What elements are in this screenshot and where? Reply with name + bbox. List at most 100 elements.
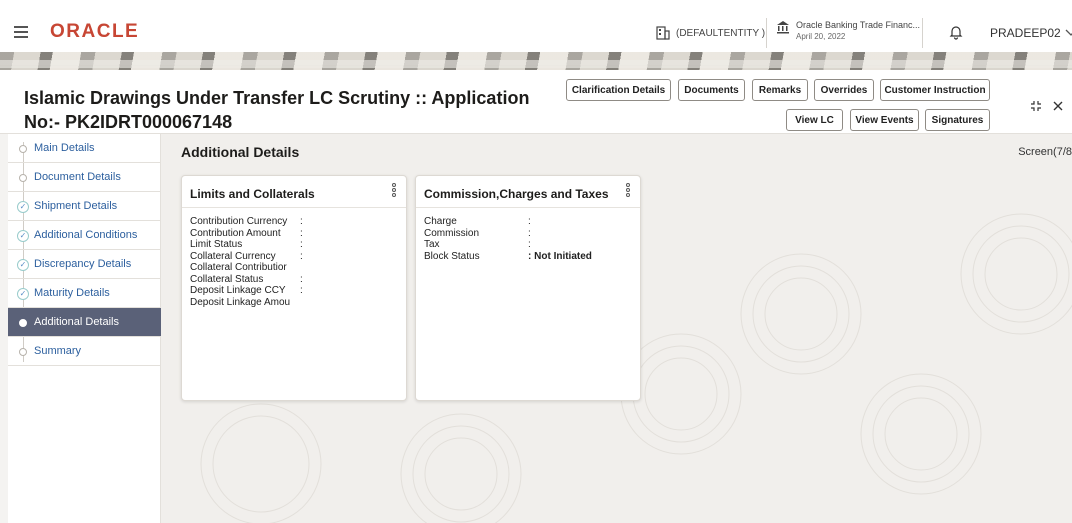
sidebar-item-discrepancy-details[interactable]: ✓ Discrepancy Details (8, 250, 161, 279)
row-sep: : (528, 216, 531, 227)
row-value: Not Initiated (534, 250, 592, 262)
sidebar-item-label: Shipment Details (34, 200, 118, 212)
user-name: PRADEEP02 (990, 26, 1061, 40)
block-status-value: : Not Initiated (528, 251, 592, 263)
row-sep: : (300, 273, 303, 285)
card-row: Collateral Status: (190, 274, 398, 286)
row-sep: : (528, 227, 531, 239)
sidebar-item-additional-details[interactable]: Additional Details (8, 308, 161, 337)
hamburger-menu-icon[interactable] (14, 26, 28, 38)
card-title: Commission,Charges and Taxes (424, 187, 609, 201)
step-dot-icon (19, 174, 27, 182)
sidebar-item-document-details[interactable]: Document Details (8, 163, 161, 192)
kebab-menu-icon[interactable] (626, 183, 631, 201)
main-content: Additional Details Screen(7/8 Limits and… (161, 134, 1072, 523)
bank-icon (777, 21, 789, 34)
kebab-menu-icon[interactable] (392, 183, 397, 201)
sidebar-item-maturity-details[interactable]: ✓ Maturity Details (8, 279, 161, 308)
row-label: Limit Status (190, 239, 243, 250)
customer-instruction-button[interactable]: Customer Instruction (880, 79, 990, 101)
sidebar-item-main-details[interactable]: Main Details (8, 134, 161, 163)
entity-selector[interactable]: (DEFAULTENTITY ) (656, 26, 765, 40)
row-sep: : (300, 216, 303, 227)
card-row: Collateral Contributior (190, 262, 398, 274)
row-sep: : (300, 239, 303, 250)
row-label: Deposit Linkage Amou (190, 296, 291, 308)
notification-bell-icon[interactable] (949, 24, 963, 45)
row-sep: : (300, 227, 303, 239)
sidebar-item-shipment-details[interactable]: ✓ Shipment Details (8, 192, 161, 221)
signatures-button[interactable]: Signatures (925, 109, 990, 131)
sidebar-item-additional-conditions[interactable]: ✓ Additional Conditions (8, 221, 161, 250)
bank-date: April 20, 2022 (796, 32, 846, 41)
sidebar-item-label: Additional Details (34, 316, 119, 328)
step-dot-icon (19, 145, 27, 153)
sidebar-item-label: Additional Conditions (34, 229, 138, 241)
sidebar-item-label: Main Details (34, 142, 95, 154)
row-label: Charge (424, 216, 457, 227)
check-circle-icon: ✓ (17, 288, 29, 300)
sidebar-item-label: Summary (34, 345, 82, 357)
row-sep: : (528, 239, 531, 250)
step-navigation: Main Details Document Details ✓ Shipment… (8, 134, 161, 523)
row-label: Contribution Amount (190, 227, 281, 239)
close-icon[interactable] (1052, 99, 1064, 115)
header-divider-2 (922, 18, 923, 48)
decorative-banner-overlay (0, 60, 1072, 68)
card-header: Limits and Collaterals (182, 176, 406, 208)
remarks-button[interactable]: Remarks (752, 79, 808, 101)
minimize-icon[interactable] (1030, 99, 1042, 115)
step-dot-icon (19, 348, 27, 356)
limits-collaterals-card: Limits and Collaterals Contribution Curr… (181, 175, 407, 401)
sidebar-item-summary[interactable]: Summary (8, 337, 161, 366)
row-label: Collateral Contributior (190, 262, 287, 273)
page-title-line1: Islamic Drawings Under Transfer LC Scrut… (24, 88, 530, 108)
page-title: Islamic Drawings Under Transfer LC Scrut… (24, 86, 544, 134)
card-row: Tax: (424, 239, 632, 251)
section-title: Additional Details (181, 144, 300, 160)
overrides-button[interactable]: Overrides (814, 79, 874, 101)
oracle-logo: ORACLE (50, 21, 140, 42)
card-row: Collateral Currency: (190, 251, 398, 263)
sidebar-item-label: Maturity Details (34, 287, 110, 299)
card-title: Limits and Collaterals (190, 187, 315, 201)
documents-button[interactable]: Documents (678, 79, 745, 101)
clarification-details-button[interactable]: Clarification Details (566, 79, 671, 101)
view-events-button[interactable]: View Events (850, 109, 919, 131)
card-row: Contribution Currency: (190, 216, 398, 228)
card-rows: Contribution Currency: Contribution Amou… (182, 208, 406, 316)
row-label: Tax (424, 239, 440, 250)
entity-label: (DEFAULTENTITY ) (676, 27, 766, 39)
check-circle-icon: ✓ (17, 259, 29, 271)
card-header: Commission,Charges and Taxes (416, 176, 640, 208)
title-band: Islamic Drawings Under Transfer LC Scrut… (0, 70, 1072, 134)
row-label: Block Status (424, 250, 480, 262)
row-label: Collateral Currency (190, 250, 276, 262)
card-row: Commission: (424, 228, 632, 240)
card-row: Charge: (424, 216, 632, 228)
chevron-down-icon (1065, 29, 1072, 36)
card-rows: Charge: Commission: Tax: Block Status: N… (416, 208, 640, 270)
card-row: Limit Status: (190, 239, 398, 251)
view-lc-button[interactable]: View LC (786, 109, 843, 131)
sidebar-item-label: Discrepancy Details (34, 258, 132, 270)
row-label: Commission (424, 227, 480, 239)
row-label: Deposit Linkage CCY (190, 285, 286, 296)
row-sep: : (300, 250, 303, 262)
card-row: Block Status : Not Initiated (424, 251, 632, 263)
sidebar-item-label: Document Details (34, 171, 121, 183)
user-menu[interactable]: PRADEEP02 (990, 26, 1072, 40)
card-row: Deposit Linkage Amou (190, 297, 398, 309)
row-sep: : (300, 285, 303, 296)
commission-charges-taxes-card: Commission,Charges and Taxes Charge: Com… (415, 175, 641, 401)
page-title-line2: No:- PK2IDRT000067148 (24, 112, 233, 132)
card-row: Deposit Linkage CCY: (190, 285, 398, 297)
step-dot-icon (19, 319, 27, 327)
row-label: Contribution Currency (190, 216, 288, 227)
screen-indicator: Screen(7/8 (1018, 146, 1072, 158)
check-circle-icon: ✓ (17, 201, 29, 213)
bank-info[interactable]: Oracle Banking Trade Financ... April 20,… (776, 20, 920, 42)
building-icon (656, 26, 670, 40)
row-label: Collateral Status (190, 273, 264, 285)
check-circle-icon: ✓ (17, 230, 29, 242)
